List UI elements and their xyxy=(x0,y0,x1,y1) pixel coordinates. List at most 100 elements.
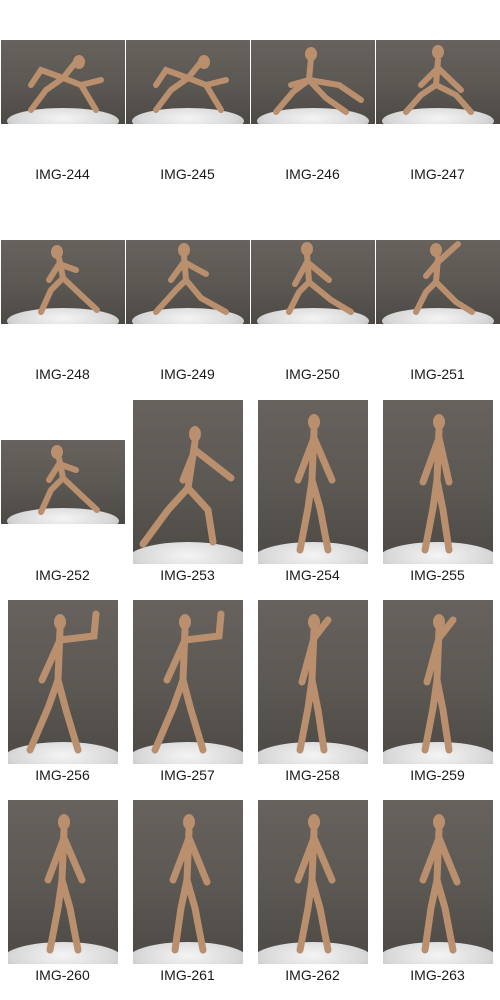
model-figure xyxy=(152,243,229,315)
gallery-item[interactable]: IMG-246 xyxy=(250,0,375,200)
figure-head xyxy=(300,242,313,256)
model-figure xyxy=(151,610,224,754)
figure-body xyxy=(152,253,229,315)
model-figure xyxy=(169,814,210,954)
image-caption: IMG-251 xyxy=(410,366,465,382)
figure-head xyxy=(53,614,66,630)
figure-body xyxy=(412,241,475,315)
photo-thumbnail[interactable] xyxy=(125,40,250,124)
gallery-item[interactable]: IMG-255 xyxy=(375,400,500,600)
image-caption: IMG-260 xyxy=(35,967,90,983)
figure-body xyxy=(152,59,229,113)
image-caption: IMG-252 xyxy=(35,567,90,583)
photo-thumbnail[interactable] xyxy=(7,600,118,764)
figure-head xyxy=(307,614,320,630)
figure-head xyxy=(431,45,444,59)
model-figure xyxy=(27,55,104,113)
photo-thumbnail[interactable] xyxy=(257,800,368,964)
figure-body xyxy=(296,616,331,754)
photo-thumbnail[interactable] xyxy=(250,40,375,124)
image-grid: IMG-244 IMG-245 IMG-246 IMG-247 IMG-248 IMG-2… xyxy=(0,0,500,1000)
gallery-item[interactable]: IMG-247 xyxy=(375,0,500,200)
model-figure xyxy=(421,614,456,754)
photo-thumbnail[interactable] xyxy=(0,240,125,324)
model-figure xyxy=(272,47,364,115)
figure-body xyxy=(151,610,224,754)
figure-body xyxy=(26,610,99,754)
photo-thumbnail[interactable] xyxy=(0,40,125,124)
gallery-item[interactable]: IMG-253 xyxy=(125,400,250,600)
model-figure xyxy=(152,55,229,113)
image-caption: IMG-250 xyxy=(285,366,340,382)
image-caption: IMG-248 xyxy=(35,366,90,382)
image-caption: IMG-244 xyxy=(35,166,90,182)
photo-thumbnail[interactable] xyxy=(375,40,500,124)
photo-thumbnail[interactable] xyxy=(375,240,500,324)
gallery-item[interactable]: IMG-263 xyxy=(375,800,500,1000)
model-figure xyxy=(285,242,354,315)
photo-thumbnail[interactable] xyxy=(382,800,493,964)
image-caption: IMG-249 xyxy=(160,366,215,382)
figure-head xyxy=(432,814,445,830)
model-figure xyxy=(37,445,100,515)
gallery-item[interactable]: IMG-248 xyxy=(0,200,125,400)
model-figure xyxy=(26,610,99,754)
model-figure xyxy=(402,45,474,115)
figure-body xyxy=(27,59,104,113)
gallery-item[interactable]: IMG-259 xyxy=(375,600,500,800)
gallery-item[interactable]: IMG-252 xyxy=(0,400,125,600)
gallery-item[interactable]: IMG-254 xyxy=(250,400,375,600)
image-caption: IMG-259 xyxy=(410,767,465,783)
figure-head xyxy=(432,414,445,430)
image-caption: IMG-262 xyxy=(285,967,340,983)
image-caption: IMG-258 xyxy=(285,767,340,783)
image-caption: IMG-247 xyxy=(410,166,465,182)
gallery-item[interactable]: IMG-260 xyxy=(0,800,125,1000)
figure-body xyxy=(285,251,354,315)
photo-thumbnail[interactable] xyxy=(257,400,368,564)
photo-thumbnail[interactable] xyxy=(250,240,375,324)
figure-body xyxy=(37,455,100,515)
model-figure xyxy=(294,814,335,954)
photo-thumbnail[interactable] xyxy=(382,400,493,564)
gallery-item[interactable]: IMG-251 xyxy=(375,200,500,400)
model-figure xyxy=(139,426,234,548)
gallery-item[interactable]: IMG-244 xyxy=(0,0,125,200)
figure-head xyxy=(50,245,63,259)
photo-thumbnail[interactable] xyxy=(132,600,243,764)
gallery-item[interactable]: IMG-257 xyxy=(125,600,250,800)
figure-body xyxy=(402,57,474,115)
image-caption: IMG-261 xyxy=(160,967,215,983)
figure-body xyxy=(419,426,452,554)
image-caption: IMG-257 xyxy=(160,767,215,783)
photo-thumbnail[interactable] xyxy=(125,240,250,324)
gallery-item[interactable]: IMG-258 xyxy=(250,600,375,800)
figure-body xyxy=(294,426,335,554)
figure-body xyxy=(37,255,100,315)
photo-thumbnail[interactable] xyxy=(132,400,243,564)
figure-head xyxy=(432,614,445,630)
image-caption: IMG-254 xyxy=(285,567,340,583)
gallery-item[interactable]: IMG-249 xyxy=(125,200,250,400)
figure-body xyxy=(169,826,210,954)
image-caption: IMG-245 xyxy=(160,166,215,182)
gallery-item[interactable]: IMG-256 xyxy=(0,600,125,800)
gallery-item[interactable]: IMG-261 xyxy=(125,800,250,1000)
gallery-item[interactable]: IMG-250 xyxy=(250,200,375,400)
image-caption: IMG-253 xyxy=(160,567,215,583)
model-figure xyxy=(37,245,100,315)
figure-head xyxy=(307,814,320,830)
gallery-item[interactable]: IMG-245 xyxy=(125,0,250,200)
image-caption: IMG-263 xyxy=(410,967,465,983)
gallery-item[interactable]: IMG-262 xyxy=(250,800,375,1000)
figure-head xyxy=(307,414,320,430)
photo-thumbnail[interactable] xyxy=(382,600,493,764)
figure-head xyxy=(304,47,317,61)
image-caption: IMG-256 xyxy=(35,767,90,783)
photo-thumbnail[interactable] xyxy=(132,800,243,964)
figure-head xyxy=(178,614,191,630)
photo-thumbnail[interactable] xyxy=(257,600,368,764)
photo-thumbnail[interactable] xyxy=(7,800,118,964)
photo-thumbnail[interactable] xyxy=(0,440,125,524)
figure-body xyxy=(272,55,364,115)
